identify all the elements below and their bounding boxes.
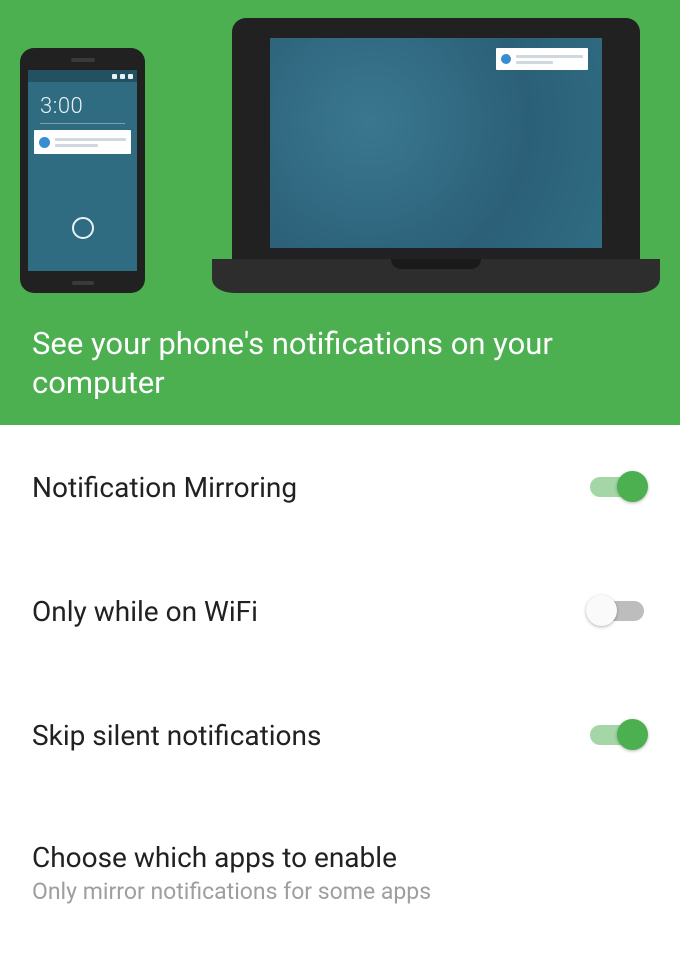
setting-subtitle: Only mirror notifications for some apps: [32, 878, 431, 905]
toggle-switch[interactable]: [586, 469, 648, 505]
home-circle-icon: [72, 217, 94, 239]
setting-label: Notification Mirroring: [32, 471, 297, 504]
phone-illustration: 3:00: [20, 48, 145, 293]
setting-label: Only while on WiFi: [32, 595, 258, 628]
setting-label: Choose which apps to enable: [32, 841, 431, 874]
notification-icon: [34, 130, 131, 154]
setting-notification-mirroring[interactable]: Notification Mirroring: [0, 425, 680, 549]
setting-only-wifi[interactable]: Only while on WiFi: [0, 549, 680, 673]
settings-list: Notification Mirroring Only while on WiF…: [0, 425, 680, 915]
hero-illustration: 3:00: [0, 0, 680, 305]
laptop-illustration: [212, 18, 660, 293]
setting-skip-silent[interactable]: Skip silent notifications: [0, 673, 680, 797]
hero-banner: 3:00 See your ph: [0, 0, 680, 425]
toggle-switch[interactable]: [586, 717, 648, 753]
phone-clock: 3:00: [28, 82, 137, 119]
setting-choose-apps[interactable]: Choose which apps to enable Only mirror …: [0, 797, 680, 915]
toggle-switch[interactable]: [586, 593, 648, 629]
setting-label: Skip silent notifications: [32, 719, 321, 752]
hero-headline: See your phone's notifications on your c…: [0, 305, 680, 403]
notification-icon: [496, 48, 588, 70]
